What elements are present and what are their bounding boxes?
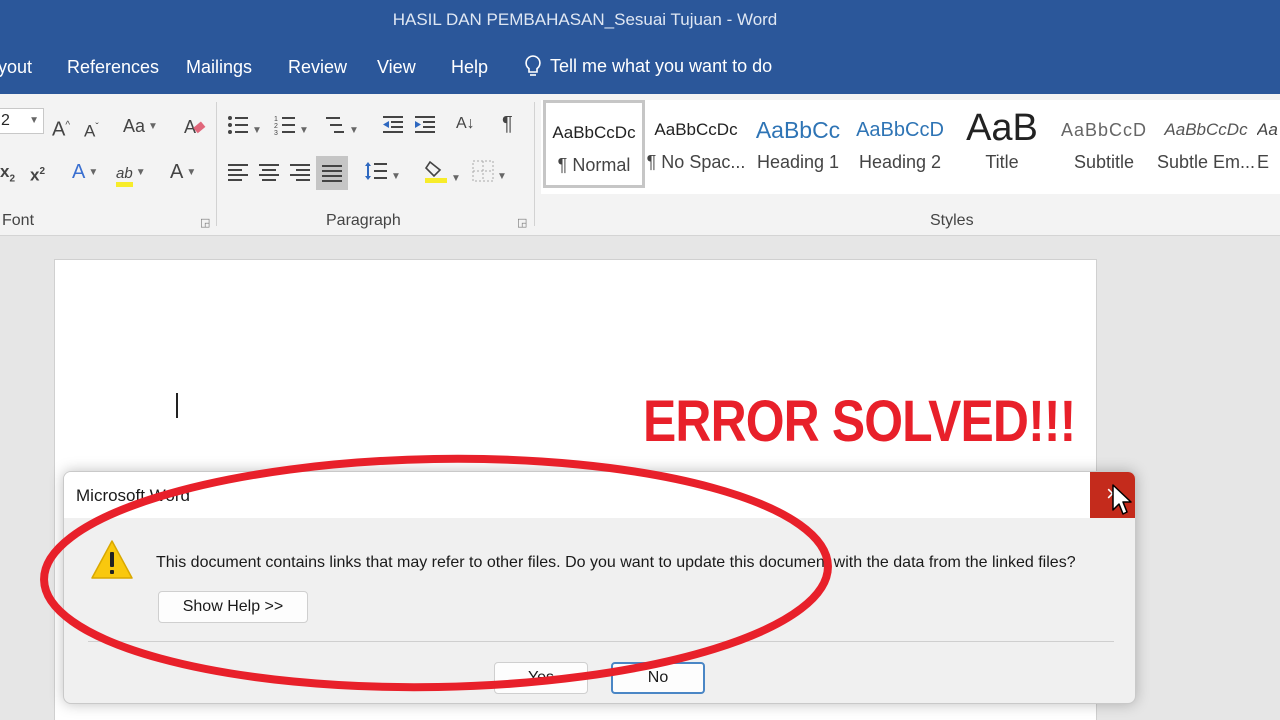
dialog-title: Microsoft Word bbox=[76, 486, 190, 505]
no-button[interactable]: No bbox=[611, 662, 705, 694]
style-subtitle[interactable]: AaBbCcD Subtitle bbox=[1053, 100, 1155, 188]
svg-text:1: 1 bbox=[274, 116, 278, 123]
change-case-icon[interactable]: Aa ▼ bbox=[123, 114, 158, 140]
dialog-title-bar: Microsoft Word × bbox=[64, 472, 1135, 518]
chevron-down-icon: ▼ bbox=[29, 115, 39, 126]
ribbon: 2 ▼ A^ Aˇ Aa ▼ A x2 x2 A ▼ ab ▼ A ▼ Font ◲ ▼… bbox=[0, 94, 1280, 236]
tab-layout[interactable]: yout bbox=[0, 57, 32, 78]
style-heading-2[interactable]: AaBbCcD Heading 2 bbox=[849, 100, 951, 188]
sort-icon[interactable]: A↓ bbox=[456, 112, 475, 138]
styles-gallery: AaBbCcDc ¶ Normal AaBbCcDc ¶ No Spac... … bbox=[541, 100, 1280, 194]
style-name: Heading 1 bbox=[756, 152, 840, 172]
style-sample: AaB bbox=[966, 107, 1038, 149]
line-spacing-icon[interactable]: ▼ bbox=[364, 160, 401, 186]
style-sample: AaBbCc bbox=[755, 117, 841, 143]
highlight-glyph: ab bbox=[116, 165, 133, 187]
style-title[interactable]: AaB Title bbox=[951, 100, 1053, 188]
pilcrow-glyph: ¶ bbox=[502, 113, 513, 135]
style-emphasis[interactable]: Aa E bbox=[1257, 100, 1280, 188]
multilevel-list-icon[interactable]: ▼ bbox=[322, 114, 359, 140]
subscript-icon[interactable]: x2 bbox=[0, 160, 15, 186]
style-sample: AaBbCcD bbox=[856, 119, 944, 141]
font-color-icon[interactable]: A ▼ bbox=[170, 160, 196, 186]
show-formatting-icon[interactable]: ¶ bbox=[502, 112, 513, 138]
yes-button[interactable]: Yes bbox=[494, 662, 588, 694]
increase-indent-icon[interactable] bbox=[413, 114, 437, 140]
style-subtle-emphasis[interactable]: AaBbCcDc Subtle Em... bbox=[1155, 100, 1257, 188]
sort-glyph: A bbox=[456, 115, 467, 132]
svg-text:2: 2 bbox=[274, 123, 278, 130]
styles-group-label: Styles bbox=[930, 212, 974, 229]
style-no-spacing[interactable]: AaBbCcDc ¶ No Spac... bbox=[645, 100, 747, 188]
style-name: ¶ No Spac... bbox=[646, 152, 746, 172]
align-left-icon[interactable] bbox=[227, 162, 249, 188]
ribbon-tabs: yout References Mailings Review View Hel… bbox=[0, 40, 1280, 94]
style-sample: AaBbCcD bbox=[1060, 120, 1148, 140]
font-size-box[interactable]: 2 ▼ bbox=[0, 108, 44, 134]
paragraph-dialog-launcher-icon[interactable]: ◲ bbox=[517, 216, 527, 229]
numbering-icon[interactable]: 1 2 3 ▼ bbox=[274, 114, 309, 140]
tab-help[interactable]: Help bbox=[451, 57, 488, 78]
style-name: ¶ Normal bbox=[557, 155, 631, 175]
svg-text:3: 3 bbox=[274, 130, 278, 136]
style-heading-1[interactable]: AaBbCc Heading 1 bbox=[747, 100, 849, 188]
clear-formatting-icon[interactable]: A bbox=[183, 114, 207, 140]
style-sample: AaBbCcDc bbox=[654, 120, 738, 139]
style-name: Heading 2 bbox=[858, 152, 942, 172]
superscript-number: 2 bbox=[39, 166, 46, 177]
subscript-number: 2 bbox=[9, 173, 16, 185]
style-sample: Aa bbox=[1257, 120, 1278, 139]
window-title: HASIL DAN PEMBAHASAN_Sesuai Tujuan - Wor… bbox=[392, 10, 778, 29]
style-name: Subtitle bbox=[1073, 152, 1135, 172]
error-solved-headline: ERROR SOLVED!!! bbox=[643, 389, 1076, 454]
style-name: E bbox=[1257, 152, 1270, 172]
superscript-icon[interactable]: x2 bbox=[30, 160, 45, 186]
style-sample: AaBbCcDc bbox=[1164, 120, 1248, 139]
group-divider bbox=[534, 102, 535, 226]
style-sample: AaBbCcDc bbox=[552, 123, 636, 142]
borders-icon[interactable]: ▼ bbox=[472, 160, 507, 186]
highlight-icon[interactable]: ab ▼ bbox=[116, 160, 146, 187]
grow-font-glyph: A bbox=[52, 118, 66, 141]
warning-icon bbox=[90, 538, 134, 587]
lightbulb-icon bbox=[524, 54, 542, 78]
style-name: Title bbox=[985, 152, 1019, 172]
shrink-font-icon[interactable]: Aˇ bbox=[84, 116, 99, 142]
text-cursor bbox=[176, 393, 178, 418]
tell-me-search[interactable]: Tell me what you want to do bbox=[524, 54, 772, 78]
font-dialog-launcher-icon[interactable]: ◲ bbox=[200, 216, 210, 229]
shrink-font-glyph: A bbox=[84, 121, 96, 141]
font-color-glyph: A bbox=[170, 161, 184, 183]
style-normal[interactable]: AaBbCcDc ¶ Normal bbox=[543, 100, 645, 188]
tell-me-label: Tell me what you want to do bbox=[550, 55, 773, 76]
style-name: Subtle Em... bbox=[1156, 152, 1256, 172]
title-bar: HASIL DAN PEMBAHASAN_Sesuai Tujuan - Wor… bbox=[0, 0, 1280, 40]
font-group-label: Font bbox=[2, 212, 35, 229]
paragraph-group-label: Paragraph bbox=[326, 212, 401, 229]
bullets-icon[interactable]: ▼ bbox=[227, 114, 262, 140]
change-case-glyph: Aa bbox=[123, 116, 146, 136]
align-center-icon[interactable] bbox=[258, 162, 280, 188]
dialog-divider bbox=[88, 641, 1114, 642]
update-links-dialog: Microsoft Word × This document contains … bbox=[63, 471, 1136, 704]
mouse-pointer-icon bbox=[1112, 484, 1132, 523]
tab-references[interactable]: References bbox=[67, 57, 159, 78]
group-divider bbox=[216, 102, 217, 226]
text-effects-icon[interactable]: A ▼ bbox=[72, 160, 98, 186]
align-right-icon[interactable] bbox=[289, 162, 311, 188]
tab-mailings[interactable]: Mailings bbox=[186, 57, 252, 78]
svg-text:A: A bbox=[184, 117, 196, 137]
dialog-message: This document contains links that may re… bbox=[156, 554, 1076, 571]
grow-font-icon[interactable]: A^ bbox=[52, 114, 70, 141]
justify-icon[interactable] bbox=[316, 156, 348, 190]
show-help-button[interactable]: Show Help >> bbox=[158, 591, 308, 623]
font-size-value: 2 bbox=[1, 112, 10, 129]
tab-view[interactable]: View bbox=[377, 57, 416, 78]
decrease-indent-icon[interactable] bbox=[381, 114, 405, 140]
shading-icon[interactable]: ▼ bbox=[424, 158, 461, 184]
tab-review[interactable]: Review bbox=[288, 57, 347, 78]
